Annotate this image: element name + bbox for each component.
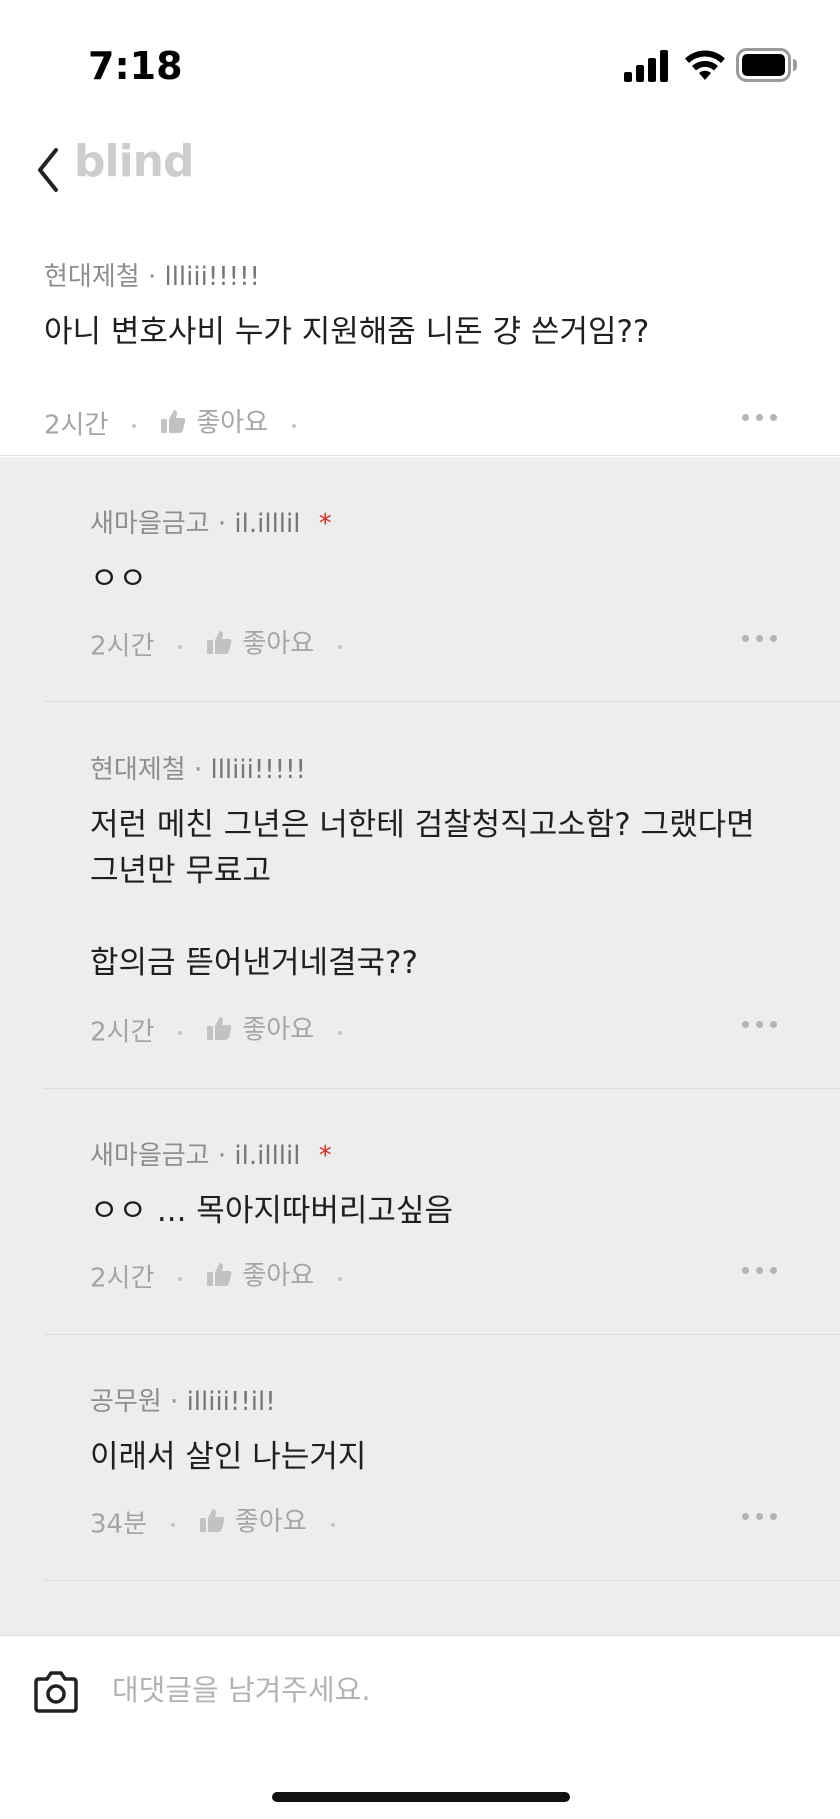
comment-meta: 현대제철 · llliii!!!!! xyxy=(90,755,306,785)
comment-time: 2시간 xyxy=(90,1017,155,1048)
thumbs-up-icon xyxy=(161,409,186,433)
thumbs-up-icon xyxy=(207,630,232,654)
comment-text: ㅇㅇ ... 목아지따버리고싶음 xyxy=(90,1193,453,1229)
like-label: 좋아요 xyxy=(235,1507,307,1537)
like-label: 좋아요 xyxy=(196,408,269,438)
comment: 현대제철 · llliii!!!!! 아니 변호사비 누가 지원해줌 니돈 걍 … xyxy=(44,256,778,441)
like-button[interactable]: 좋아요 xyxy=(160,402,268,439)
reply-input[interactable] xyxy=(112,1668,792,1712)
comment-time: 2시간 xyxy=(90,631,155,662)
thumbs-up-icon xyxy=(200,1508,225,1532)
reply-input-bar xyxy=(0,1635,840,1819)
author-mark: * xyxy=(318,509,332,539)
battery-icon xyxy=(736,48,797,82)
more-options-icon[interactable] xyxy=(742,1267,778,1275)
reply-item: 현대제철 · llliii!!!!! 저런 메친 그년은 너한테 검찰청직고소함… xyxy=(90,749,778,1048)
comment-text: 저런 메친 그년은 너한테 검찰청직고소함? 그랬다면 그년만 무료고 합의금 … xyxy=(90,802,778,986)
company-name[interactable]: 새마을금고 xyxy=(90,1141,210,1171)
nickname[interactable]: llliii!!!!! xyxy=(164,262,259,292)
comment-footer: 34분 좋아요 xyxy=(90,1501,778,1540)
thumbs-up-icon xyxy=(207,1262,232,1286)
reply-item: 새마을금고 · il.illlil * ㅇㅇ 2시간 좋아요 xyxy=(90,503,778,673)
comment-line: 저런 메친 그년은 너한테 검찰청직고소함? 그랬다면 xyxy=(90,807,755,843)
like-button[interactable]: 좋아요 xyxy=(206,1009,314,1046)
more-options-icon[interactable] xyxy=(742,414,778,422)
divider xyxy=(44,701,840,702)
like-button[interactable]: 좋아요 xyxy=(206,623,314,660)
author-mark: * xyxy=(318,1141,332,1171)
thumbs-up-icon xyxy=(207,1016,232,1040)
comment-meta: 새마을금고 · il.illlil * xyxy=(90,509,332,539)
comment-text: 아니 변호사비 누가 지원해줌 니돈 걍 쓴거임?? xyxy=(44,314,650,350)
like-label: 좋아요 xyxy=(242,629,315,659)
reply-item: 공무원 · illiii!!il! 이래서 살인 나는거지 34분 좋아요 xyxy=(90,1381,778,1551)
company-name[interactable]: 공무원 xyxy=(90,1387,162,1417)
comment-text: ㅇㅇ xyxy=(90,561,148,597)
comment-meta: 현대제철 · llliii!!!!! xyxy=(44,262,260,292)
company-name[interactable]: 새마을금고 xyxy=(90,509,210,539)
camera-icon[interactable] xyxy=(32,1670,80,1714)
like-button[interactable]: 좋아요 xyxy=(206,1255,314,1292)
reply-list: 새마을금고 · il.illlil * ㅇㅇ 2시간 좋아요 현대제철 · lll… xyxy=(0,457,840,1635)
home-indicator xyxy=(272,1792,570,1802)
like-label: 좋아요 xyxy=(242,1261,315,1291)
divider xyxy=(44,1088,840,1089)
divider xyxy=(44,1580,840,1581)
back-chevron-icon[interactable] xyxy=(30,140,70,200)
comment-line: 합의금 뜯어낸거네결국?? xyxy=(90,945,418,981)
status-bar: 7:18 xyxy=(0,0,840,120)
comment-text: 이래서 살인 나는거지 xyxy=(90,1439,367,1475)
comment-footer: 2시간 좋아요 xyxy=(90,1255,778,1294)
more-options-icon[interactable] xyxy=(742,1513,778,1521)
nickname[interactable]: llliii!!!!! xyxy=(210,755,305,785)
comment-time: 2시간 xyxy=(90,1263,155,1294)
comment-footer: 2시간 좋아요 xyxy=(90,623,778,662)
comment-meta: 새마을금고 · il.illlil * xyxy=(90,1141,332,1171)
company-name[interactable]: 현대제철 xyxy=(44,262,140,292)
comment-footer: 2시간 좋아요 xyxy=(90,1009,778,1048)
company-name[interactable]: 현대제철 xyxy=(90,755,186,785)
nav-bar: blind xyxy=(0,120,840,236)
cellular-signal-icon xyxy=(624,50,668,82)
more-options-icon[interactable] xyxy=(742,1021,778,1029)
comment-blank-line xyxy=(90,894,778,940)
comment-time: 34분 xyxy=(90,1509,148,1540)
comment-time: 2시간 xyxy=(44,410,109,441)
reply-item: 새마을금고 · il.illlil * ㅇㅇ ... 목아지따버리고싶음 2시간… xyxy=(90,1135,778,1305)
blind-logo: blind xyxy=(74,136,194,187)
parent-comment: 현대제철 · llliii!!!!! 아니 변호사비 누가 지원해줌 니돈 걍 … xyxy=(0,236,840,456)
more-options-icon[interactable] xyxy=(742,635,778,643)
like-label: 좋아요 xyxy=(242,1015,315,1045)
nickname[interactable]: il.illlil xyxy=(234,509,300,539)
comment-meta: 공무원 · illiii!!il! xyxy=(90,1387,276,1417)
status-time: 7:18 xyxy=(88,44,183,88)
nickname[interactable]: illiii!!il! xyxy=(187,1387,276,1417)
like-button[interactable]: 좋아요 xyxy=(199,1501,307,1538)
comment-line: 그년만 무료고 xyxy=(90,853,271,889)
divider xyxy=(44,1334,840,1335)
wifi-icon xyxy=(685,50,725,80)
nickname[interactable]: il.illlil xyxy=(234,1141,300,1171)
comment-footer: 2시간 좋아요 xyxy=(44,402,778,441)
